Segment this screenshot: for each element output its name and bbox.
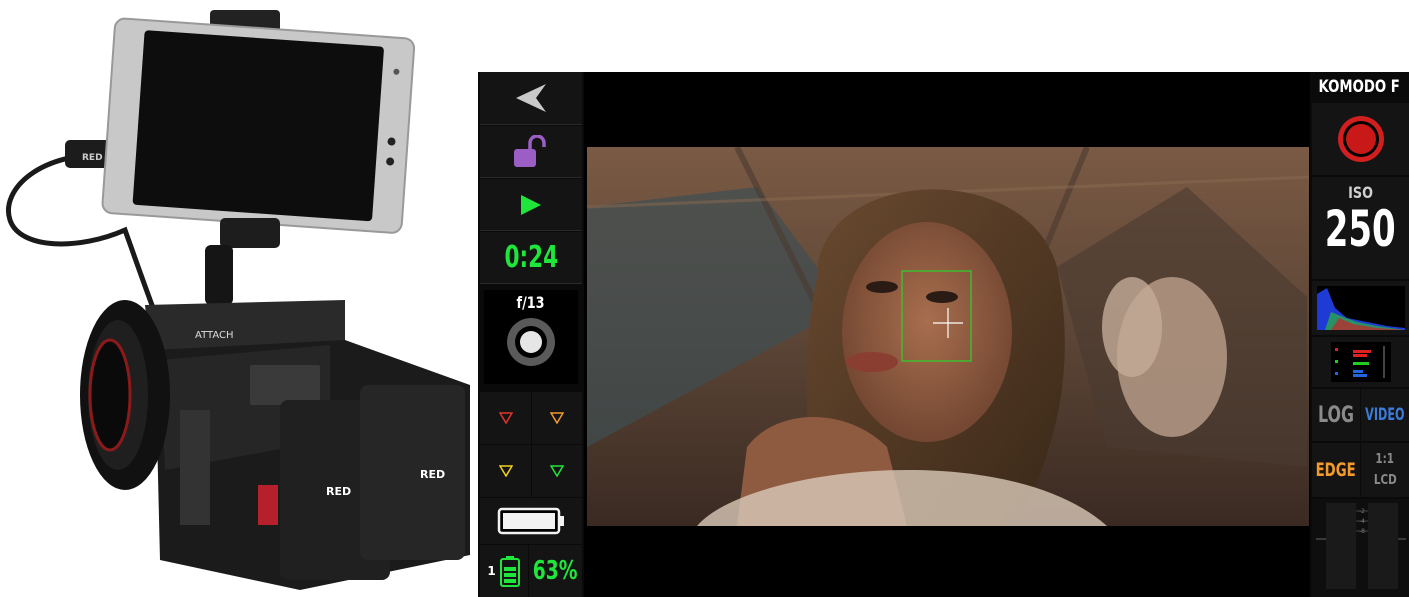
triangle-down-yellow-icon [498,465,513,477]
left-control-panel: 0:24 f/13 1 63% [478,72,584,597]
play-button[interactable] [480,179,582,231]
right-control-panel: KOMODO F ISO 250 LOG VIDEO EDGE 1:1 LCD … [1310,72,1409,597]
svg-text:RED: RED [326,485,351,498]
audio-scale-1: -2 [1359,508,1365,515]
histogram-icon [1316,286,1405,330]
record-button[interactable] [1312,103,1409,175]
log-button[interactable]: LOG [1312,389,1360,441]
audio-meter: -2 -4 -8 [1312,499,1409,597]
edge-button[interactable]: EDGE [1312,443,1360,497]
back-arrow-icon [516,84,546,112]
histogram-display[interactable] [1312,281,1409,335]
triangle-down-red-icon [498,412,513,424]
lcd-label: LCD [1373,473,1397,488]
camera-product-photo: RED ATTACH RED RED [6,10,470,590]
focus-wheel-icon[interactable] [504,315,558,369]
rgb-meter-icon [1330,342,1391,382]
camera-model: KOMODO F [1318,77,1401,97]
svg-text:RED: RED [82,153,103,163]
rgb-meter[interactable] [1312,337,1409,387]
aperture-value: f/13 [516,293,546,312]
iso-value: 250 [1325,200,1396,258]
video-button[interactable]: VIDEO [1361,389,1409,441]
svg-text:RED: RED [420,468,445,481]
battery-icon [497,507,564,535]
exposure-tri-yellow[interactable] [480,445,531,497]
battery-status [480,498,582,544]
audio-meter-icon: -2 -4 -8 [1316,503,1406,589]
lcd-ratio-button[interactable]: 1:1 LCD [1361,443,1409,497]
iso-control[interactable]: ISO 250 [1312,177,1409,279]
battery-percent-cell: 63% [529,545,582,597]
record-icon [1337,116,1384,162]
triangle-down-orange-icon [550,412,564,424]
ratio-label: 1:1 [1375,452,1395,467]
video-label: VIDEO [1365,405,1405,425]
svg-text:ATTACH: ATTACH [195,330,234,341]
lock-button[interactable] [480,126,582,178]
aperture-control[interactable]: f/13 [484,290,578,384]
exposure-tri-green[interactable] [532,445,582,497]
triangle-down-green-icon [550,465,564,477]
audio-scale-2: -4 [1359,518,1365,525]
battery-slot: 1 [480,545,528,597]
battery-percent: 63% [533,556,578,586]
live-view-image[interactable] [587,147,1309,526]
battery-slot-number: 1 [487,564,496,578]
unlock-icon [514,134,546,167]
camera-control-app: 0:24 f/13 1 63% KOMODO F ISO 250 LOG VID… [478,72,1409,597]
log-label: LOG [1318,402,1354,428]
edge-label: EDGE [1315,459,1357,481]
play-icon [521,194,541,215]
timecode-text: 0:24 [504,240,558,275]
camera-model-header: KOMODO F [1310,72,1409,102]
battery-vertical-icon [499,556,520,587]
audio-scale-3: -8 [1359,528,1365,535]
exposure-tri-red[interactable] [480,392,531,444]
exposure-tri-orange[interactable] [532,392,582,444]
timecode-display: 0:24 [480,232,582,284]
back-button[interactable] [480,72,582,125]
